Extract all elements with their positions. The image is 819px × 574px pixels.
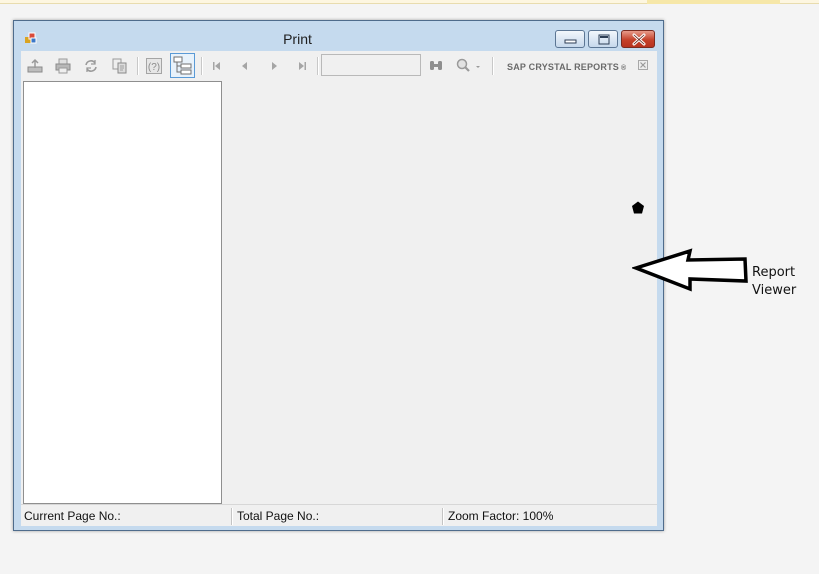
help-icon: (?) — [146, 58, 162, 74]
close-icon — [632, 33, 646, 46]
first-page-icon — [213, 62, 220, 70]
svg-text:(?): (?) — [148, 62, 160, 73]
help-button[interactable]: (?) — [143, 55, 165, 77]
crystal-reports-brand: SAP CRYSTAL REPORTS ® — [507, 62, 626, 72]
print-button[interactable] — [52, 55, 74, 77]
toolbar-separator — [317, 57, 319, 75]
pentagon-marker — [632, 201, 644, 214]
last-page-button[interactable] — [291, 55, 313, 77]
goto-page-input[interactable] — [321, 54, 421, 76]
copy-icon — [112, 58, 127, 74]
annotation-arrow-icon — [632, 248, 748, 292]
copy-button[interactable] — [109, 55, 131, 77]
zoom-icon — [456, 58, 480, 72]
report-viewer-annotation: Report Viewer — [752, 264, 796, 300]
current-page-label: Current Page No.: — [24, 509, 121, 523]
find-icon — [430, 61, 442, 70]
annotation-line-2: Viewer — [752, 283, 797, 298]
print-icon — [55, 58, 71, 74]
close-button[interactable] — [621, 30, 655, 48]
background-highlight — [647, 0, 780, 4]
refresh-button[interactable] — [80, 55, 102, 77]
brand-text: SAP CRYSTAL REPORTS — [507, 62, 619, 72]
minimize-icon — [564, 39, 577, 44]
toolbar-separator — [137, 57, 139, 75]
annotation-line-1: Report — [752, 265, 796, 280]
toolbar-separator — [492, 57, 494, 75]
toggle-group-tree-button[interactable] — [170, 53, 195, 78]
report-viewer-toolbar: (?) SAP CRYSTAL REPORTS ® — [21, 51, 657, 81]
group-tree-toggle-icon — [173, 56, 192, 75]
export-icon — [27, 58, 43, 73]
next-page-button[interactable] — [263, 55, 285, 77]
minimize-button[interactable] — [555, 30, 585, 48]
zoom-factor-label: Zoom Factor: 100% — [448, 509, 554, 523]
previous-page-icon — [242, 62, 247, 70]
next-page-icon — [272, 62, 277, 70]
find-button[interactable] — [425, 55, 447, 77]
window-title: Print — [283, 31, 312, 47]
status-separator — [231, 508, 233, 525]
export-button[interactable] — [24, 55, 46, 77]
close-tab-icon[interactable] — [638, 60, 648, 70]
status-separator — [442, 508, 444, 525]
status-bar: Current Page No.: Total Page No.: Zoom F… — [21, 504, 657, 526]
print-window: Print (?) SAP CRYSTAL REPORTS ® Current … — [13, 20, 664, 531]
report-page-area[interactable] — [222, 81, 657, 504]
maximize-button[interactable] — [588, 30, 618, 48]
toolbar-separator — [201, 57, 203, 75]
window-client-area: (?) SAP CRYSTAL REPORTS ® Current Page N… — [21, 51, 657, 526]
title-bar[interactable]: Print — [14, 21, 663, 51]
previous-page-button[interactable] — [234, 55, 256, 77]
total-page-label: Total Page No.: — [237, 509, 320, 523]
last-page-icon — [299, 62, 306, 70]
first-page-button[interactable] — [206, 55, 228, 77]
group-tree-panel[interactable] — [23, 81, 222, 504]
brand-mark: ® — [621, 65, 627, 72]
maximize-icon — [598, 34, 610, 45]
zoom-dropdown-button[interactable] — [453, 55, 483, 77]
refresh-icon — [85, 60, 97, 72]
